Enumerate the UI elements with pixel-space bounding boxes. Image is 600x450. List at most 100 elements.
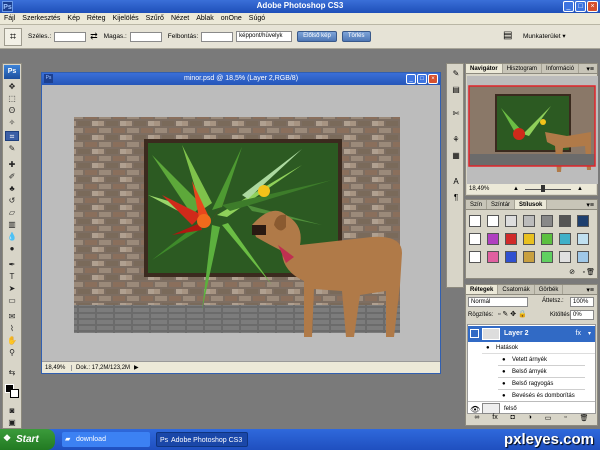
maximize-icon[interactable]: □ bbox=[575, 1, 586, 12]
taskbar-item-download[interactable]: ▰ download bbox=[62, 432, 150, 447]
navigator-menu-icon[interactable]: ▾≡ bbox=[586, 65, 594, 73]
brushes-panel-icon[interactable]: ✎ bbox=[450, 68, 462, 80]
effect-eye-icon[interactable]: ● bbox=[502, 367, 506, 378]
menu-view[interactable]: Nézet bbox=[171, 15, 189, 22]
doc-maximize-icon[interactable]: □ bbox=[417, 74, 427, 84]
delete-layer-icon[interactable]: 🗑 bbox=[580, 414, 589, 424]
style-swatch[interactable] bbox=[541, 233, 553, 245]
navigator-zoom[interactable]: 18,49% bbox=[469, 186, 489, 192]
effect-drop-shadow[interactable]: ● Vetett árnyék bbox=[498, 355, 585, 366]
new-group-icon[interactable]: ▭ bbox=[545, 414, 552, 424]
effects-eye-icon[interactable]: ● bbox=[486, 343, 490, 354]
collapse-effects-icon[interactable]: ▾ bbox=[588, 326, 591, 342]
zoom-slider[interactable] bbox=[525, 189, 571, 190]
notes-tool-icon[interactable]: ✉ bbox=[5, 312, 19, 322]
workspace-icon[interactable]: ▤ bbox=[503, 30, 519, 43]
style-swatch[interactable] bbox=[577, 251, 589, 263]
effect-inner-shadow[interactable]: ● Belső árnyék bbox=[498, 367, 585, 378]
shape-tool-icon[interactable]: ▭ bbox=[5, 296, 19, 306]
workspace-dropdown[interactable]: Munkaterület ▾ bbox=[523, 32, 566, 40]
style-swatch[interactable] bbox=[505, 215, 517, 227]
menu-help[interactable]: Súgó bbox=[249, 15, 265, 22]
resolution-input[interactable] bbox=[201, 31, 234, 42]
character-panel-icon[interactable]: A bbox=[450, 176, 462, 188]
lasso-tool-icon[interactable]: ʘ bbox=[5, 106, 19, 116]
tab-layers[interactable]: Rétegek bbox=[466, 285, 499, 294]
document-zoom[interactable]: 18,49% bbox=[42, 364, 72, 371]
tab-info[interactable]: Információ bbox=[542, 64, 580, 73]
style-swatch[interactable] bbox=[541, 251, 553, 263]
effect-inner-glow[interactable]: ● Belső ragyogás bbox=[498, 379, 585, 390]
doc-minimize-icon[interactable]: _ bbox=[406, 74, 416, 84]
screen-mode-icon[interactable]: ▣ bbox=[5, 418, 19, 428]
clear-button[interactable]: Törlés bbox=[341, 31, 371, 42]
brush-tool-icon[interactable]: ✐ bbox=[5, 172, 19, 182]
swap-icon[interactable]: ⇄ bbox=[90, 31, 98, 42]
history-brush-tool-icon[interactable]: ↺ bbox=[5, 196, 19, 206]
style-swatch[interactable] bbox=[577, 215, 589, 227]
style-swatch[interactable] bbox=[559, 233, 571, 245]
opacity-input[interactable]: 100% bbox=[570, 297, 594, 307]
height-input[interactable] bbox=[129, 31, 162, 42]
layer-row-bottom[interactable]: 👁 felső bbox=[468, 401, 595, 415]
style-swatch[interactable] bbox=[541, 215, 553, 227]
menu-filter[interactable]: Szűrő bbox=[146, 15, 164, 22]
style-swatch[interactable] bbox=[523, 215, 535, 227]
lock-transparency-icon[interactable]: ▫ ✎ ✥ 🔒 bbox=[498, 310, 527, 318]
minimize-icon[interactable]: _ bbox=[563, 1, 574, 12]
start-button[interactable]: ❖ Start bbox=[0, 429, 55, 450]
hand-tool-icon[interactable]: ✋ bbox=[5, 336, 19, 346]
effects-header[interactable]: ● Hatások bbox=[482, 343, 595, 354]
menu-window[interactable]: Ablak bbox=[196, 15, 214, 22]
style-swatch[interactable] bbox=[523, 251, 535, 263]
gradient-tool-icon[interactable]: ▥ bbox=[5, 220, 19, 230]
dodge-tool-icon[interactable]: ● bbox=[5, 244, 19, 254]
blur-tool-icon[interactable]: 💧 bbox=[5, 232, 19, 242]
tab-histogram[interactable]: Hisztogram bbox=[503, 64, 543, 73]
tab-channels[interactable]: Csatornák bbox=[498, 285, 535, 294]
style-swatch[interactable] bbox=[487, 215, 499, 227]
doc-close-icon[interactable]: × bbox=[428, 74, 438, 84]
path-selection-tool-icon[interactable]: ➤ bbox=[5, 284, 19, 294]
crop-tool-icon[interactable]: ⌗ bbox=[4, 27, 22, 46]
zoom-tool-icon[interactable]: ⚲ bbox=[5, 348, 19, 358]
document-title-bar[interactable]: Ps minor.psd @ 18,5% (Layer 2,RGB/8) _ □… bbox=[42, 73, 440, 85]
quick-mask-icon[interactable]: ◙ bbox=[5, 406, 19, 416]
zoom-out-icon[interactable]: ▲ bbox=[513, 184, 519, 194]
effect-eye-icon[interactable]: ● bbox=[502, 355, 506, 366]
unit-select[interactable]: képpont/hüvelyk bbox=[236, 31, 293, 42]
slice-tool-icon[interactable]: ✎ bbox=[5, 144, 19, 154]
new-style-icon[interactable]: ▫ bbox=[583, 269, 585, 276]
menu-image[interactable]: Kép bbox=[67, 15, 79, 22]
style-swatch[interactable] bbox=[505, 233, 517, 245]
navigator-thumbnail[interactable] bbox=[467, 76, 598, 184]
visibility-toggle[interactable] bbox=[470, 329, 479, 338]
zoom-in-icon[interactable]: ▲ bbox=[577, 184, 583, 194]
no-style-icon[interactable]: ⊘ bbox=[569, 268, 575, 276]
canvas-area[interactable] bbox=[42, 85, 440, 361]
type-tool-icon[interactable]: T bbox=[5, 272, 19, 282]
menu-layer[interactable]: Réteg bbox=[87, 15, 106, 22]
style-swatch[interactable] bbox=[469, 233, 481, 245]
marquee-tool-icon[interactable]: ⬚ bbox=[5, 94, 19, 104]
tab-navigator[interactable]: Navigátor bbox=[466, 64, 503, 73]
tab-swatches[interactable]: Színtár bbox=[487, 200, 516, 209]
move-tool-icon[interactable]: ✥ bbox=[5, 82, 19, 92]
new-layer-icon[interactable]: ▫ bbox=[564, 414, 566, 424]
style-swatch[interactable] bbox=[559, 215, 571, 227]
menu-onone[interactable]: onOne bbox=[221, 15, 242, 22]
tab-styles[interactable]: Stílusok bbox=[515, 200, 548, 209]
menu-file[interactable]: Fájl bbox=[4, 15, 15, 22]
layer-row-layer-2[interactable]: Layer 2 fx ▾ bbox=[468, 326, 595, 342]
tab-color[interactable]: Szín bbox=[466, 200, 488, 209]
background-color-swatch[interactable] bbox=[10, 389, 19, 398]
layers-menu-icon[interactable]: ▾≡ bbox=[586, 286, 594, 294]
add-style-icon[interactable]: fx bbox=[492, 414, 497, 424]
close-icon[interactable]: × bbox=[587, 1, 598, 12]
style-swatch[interactable] bbox=[487, 233, 499, 245]
link-layers-icon[interactable]: ∞ bbox=[474, 414, 479, 424]
style-swatch[interactable] bbox=[559, 251, 571, 263]
style-swatch[interactable] bbox=[523, 233, 535, 245]
add-mask-icon[interactable]: ◘ bbox=[511, 414, 515, 424]
styles-menu-icon[interactable]: ▾≡ bbox=[586, 201, 594, 209]
